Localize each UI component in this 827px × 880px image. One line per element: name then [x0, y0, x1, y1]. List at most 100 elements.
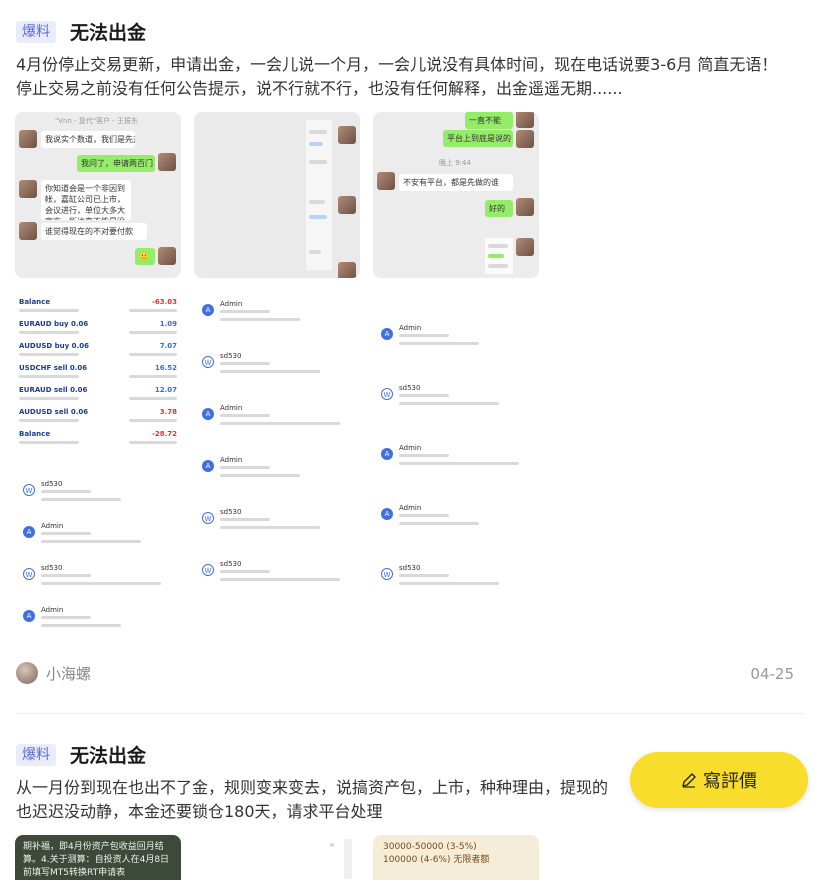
comment-avatar: W [202, 564, 214, 576]
comment-avatar: A [202, 408, 214, 420]
comment-author: Admin [399, 324, 422, 332]
chat-bubble: 你知道会是一个非因到帐，嘉缸公司已上市，会议进行，单位大多大官方，所达来不能是没… [41, 180, 131, 220]
avatar [338, 262, 356, 278]
ledger-value: -28.72 [151, 430, 177, 438]
avatar [19, 222, 37, 240]
comment-text [399, 522, 479, 525]
image-text: 30000-50000 (3-5%) 100000 (4-6%) 无限者额 [383, 842, 490, 865]
write-review-label[interactable]: 寫評價 [703, 767, 757, 793]
ledger-symbol: USDCHF sell 0.06 [19, 364, 88, 372]
comment-author: sd530 [220, 352, 242, 360]
comment-author: Admin [220, 404, 243, 412]
image-thumbnail[interactable]: 一直不能 平台上到底是说的 晚上 9:44 不安有平台，都是先做的谁 好的 [373, 112, 539, 278]
avatar [338, 126, 356, 144]
comment-avatar: A [381, 328, 393, 340]
avatar [338, 196, 356, 214]
write-review-button[interactable]: 寫評價 [630, 752, 808, 808]
comment-author: sd530 [41, 564, 63, 572]
ledger-symbol: AUDUSD buy 0.06 [19, 342, 89, 350]
ledger-value: 16.52 [154, 364, 177, 372]
ledger-symbol: Balance [19, 298, 51, 306]
chat-bubble: 一直不能 [465, 112, 513, 129]
screenshot-strip [485, 238, 513, 274]
ledger-detail [129, 353, 177, 356]
comment-text [220, 570, 270, 573]
comment-avatar: A [381, 508, 393, 520]
ledger-row: AUDUSD sell 0.06 3.78 [19, 408, 177, 422]
ledger-value: 1.09 [159, 320, 177, 328]
body-line: 4月份停止交易更新，申请出金，一会儿说一个月，一会儿说没有具体时间，现在电话说要… [16, 55, 778, 74]
comment-text [41, 616, 91, 619]
ledger-value: 7.07 [159, 342, 177, 350]
comment-author: Admin [220, 456, 243, 464]
comment-text [399, 402, 499, 405]
ledger-symbol: EURAUD sell 0.06 [19, 386, 88, 394]
comment-text [41, 532, 91, 535]
comment-text [399, 334, 449, 337]
comment-avatar: W [202, 512, 214, 524]
ledger-row: EURAUD buy 0.06 1.09 [19, 320, 177, 334]
ledger-detail [19, 375, 79, 378]
ledger-symbol: EURAUD buy 0.06 [19, 320, 89, 328]
comment-author: Admin [41, 522, 64, 530]
pen-icon [682, 773, 696, 788]
comment-author: sd530 [399, 384, 421, 392]
ledger-detail [19, 441, 79, 444]
author-info[interactable]: 小海螺 [16, 662, 91, 684]
comment-text [41, 624, 121, 627]
comment-author: Admin [220, 300, 243, 308]
image-thumbnail[interactable]: A Admin Wsd530 A Admin A Admin Wsd530 [373, 292, 539, 632]
comment-text [41, 582, 161, 585]
chat-header: "Vnn - 复代"客户 - 王振东 [55, 117, 139, 125]
post-title[interactable]: 无法出金 [70, 741, 146, 768]
comment-avatar: W [202, 356, 214, 368]
ledger-detail [19, 353, 79, 356]
avatar [377, 172, 395, 190]
chat-bubble: 不安有平台，都是先做的谁 [399, 174, 513, 191]
image-thumbnail[interactable] [194, 112, 360, 278]
ledger-detail [129, 419, 177, 422]
comment-text [220, 362, 270, 365]
comment-text [220, 370, 320, 373]
chat-bubble: 好的 [485, 200, 513, 217]
comment-text [220, 578, 340, 581]
comment-avatar: W [23, 484, 35, 496]
comment-text [220, 526, 320, 529]
ledger-row: AUDUSD buy 0.06 7.07 [19, 342, 177, 356]
comment-text [399, 454, 449, 457]
comment-text [41, 498, 121, 501]
post-title[interactable]: 无法出金 [70, 18, 146, 45]
author-name[interactable]: 小海螺 [46, 663, 91, 684]
image-thumbnail[interactable]: Balance -63.03 EURAUD buy 0.06 1.09 AUDUSD b… [15, 292, 181, 632]
tag-badge: 爆料 [16, 20, 56, 43]
ledger-detail [129, 309, 177, 312]
avatar [516, 130, 534, 148]
ledger-value: 3.78 [159, 408, 177, 416]
avatar [158, 247, 176, 265]
ledger-value: 12.07 [154, 386, 177, 394]
ledger-detail [19, 331, 79, 334]
image-thumbnail[interactable]: A Admin Wsd530 A Admin A Admin Wsd530 Wsd530 [194, 292, 360, 632]
tag-badge: 爆料 [16, 743, 56, 766]
ledger-detail [129, 375, 177, 378]
image-thumbnail[interactable]: "Vnn - 复代"客户 - 王振东 我说实个数道，我们是先对人 我问了，申请两… [15, 112, 181, 278]
post-card[interactable]: 爆料 无法出金 4月份停止交易更新，申请出金，一会儿说一个月，一会儿说没有具体时… [0, 0, 827, 715]
comment-author: Admin [399, 444, 422, 452]
image-thumbnail[interactable] [194, 835, 360, 880]
image-thumbnail[interactable]: 30000-50000 (3-5%) 100000 (4-6%) 无限者额 [373, 835, 539, 880]
ledger-row: Balance -28.72 [19, 430, 177, 444]
post-date: 04-25 [750, 665, 794, 683]
comment-author: Admin [399, 504, 422, 512]
comment-avatar: A [381, 448, 393, 460]
image-text: 期补福，即4月份资产包收益回月结算。4.关于测算：自投资人在4月8日前填写MT5… [23, 842, 170, 878]
ledger-symbol: Balance [19, 430, 51, 438]
ledger-detail [19, 397, 79, 400]
comment-text [220, 422, 340, 425]
avatar [19, 180, 37, 198]
comment-avatar: W [23, 568, 35, 580]
image-thumbnail[interactable]: 期补福，即4月份资产包收益回月结算。4.关于测算：自投资人在4月8日前填写MT5… [15, 835, 181, 880]
avatar[interactable] [16, 662, 38, 684]
comment-avatar: A [202, 460, 214, 472]
screenshot-strip [306, 120, 332, 270]
comment-author: Admin [41, 606, 64, 614]
